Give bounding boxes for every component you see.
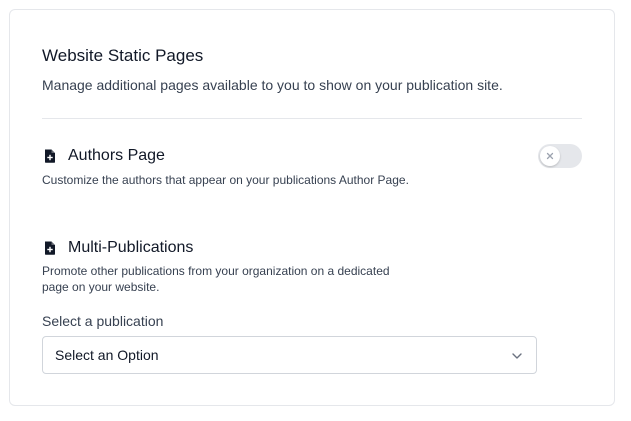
multi-publications-header: Multi-Publications: [42, 238, 193, 258]
multi-publications-label: Multi-Publications: [68, 239, 194, 256]
multi-publications-description: Promote other publications from your org…: [42, 263, 390, 295]
close-icon: [545, 151, 555, 161]
file-plus-icon: [42, 240, 58, 256]
section-title: Website Static Pages: [42, 46, 204, 65]
multi-publications-description-line1: Promote other publications from your org…: [42, 264, 390, 278]
select-publication-label: Select a publication: [42, 313, 164, 329]
static-pages-card: Website Static Pages Manage additional p…: [9, 9, 615, 406]
authors-page-header: Authors Page: [42, 146, 165, 166]
authors-page-toggle[interactable]: [538, 144, 582, 168]
multi-publications-description-line2: page on your website.: [42, 280, 160, 294]
authors-page-description: Customize the authors that appear on you…: [42, 173, 409, 187]
authors-page-label: Authors Page: [68, 147, 165, 164]
publication-select[interactable]: Select an Option: [42, 336, 537, 374]
divider: [42, 118, 582, 119]
publication-select-value: Select an Option: [55, 347, 159, 363]
file-plus-icon: [42, 148, 58, 164]
chevron-down-icon: [510, 349, 524, 363]
toggle-knob: [540, 146, 560, 166]
section-subtitle: Manage additional pages available to you…: [42, 77, 503, 93]
